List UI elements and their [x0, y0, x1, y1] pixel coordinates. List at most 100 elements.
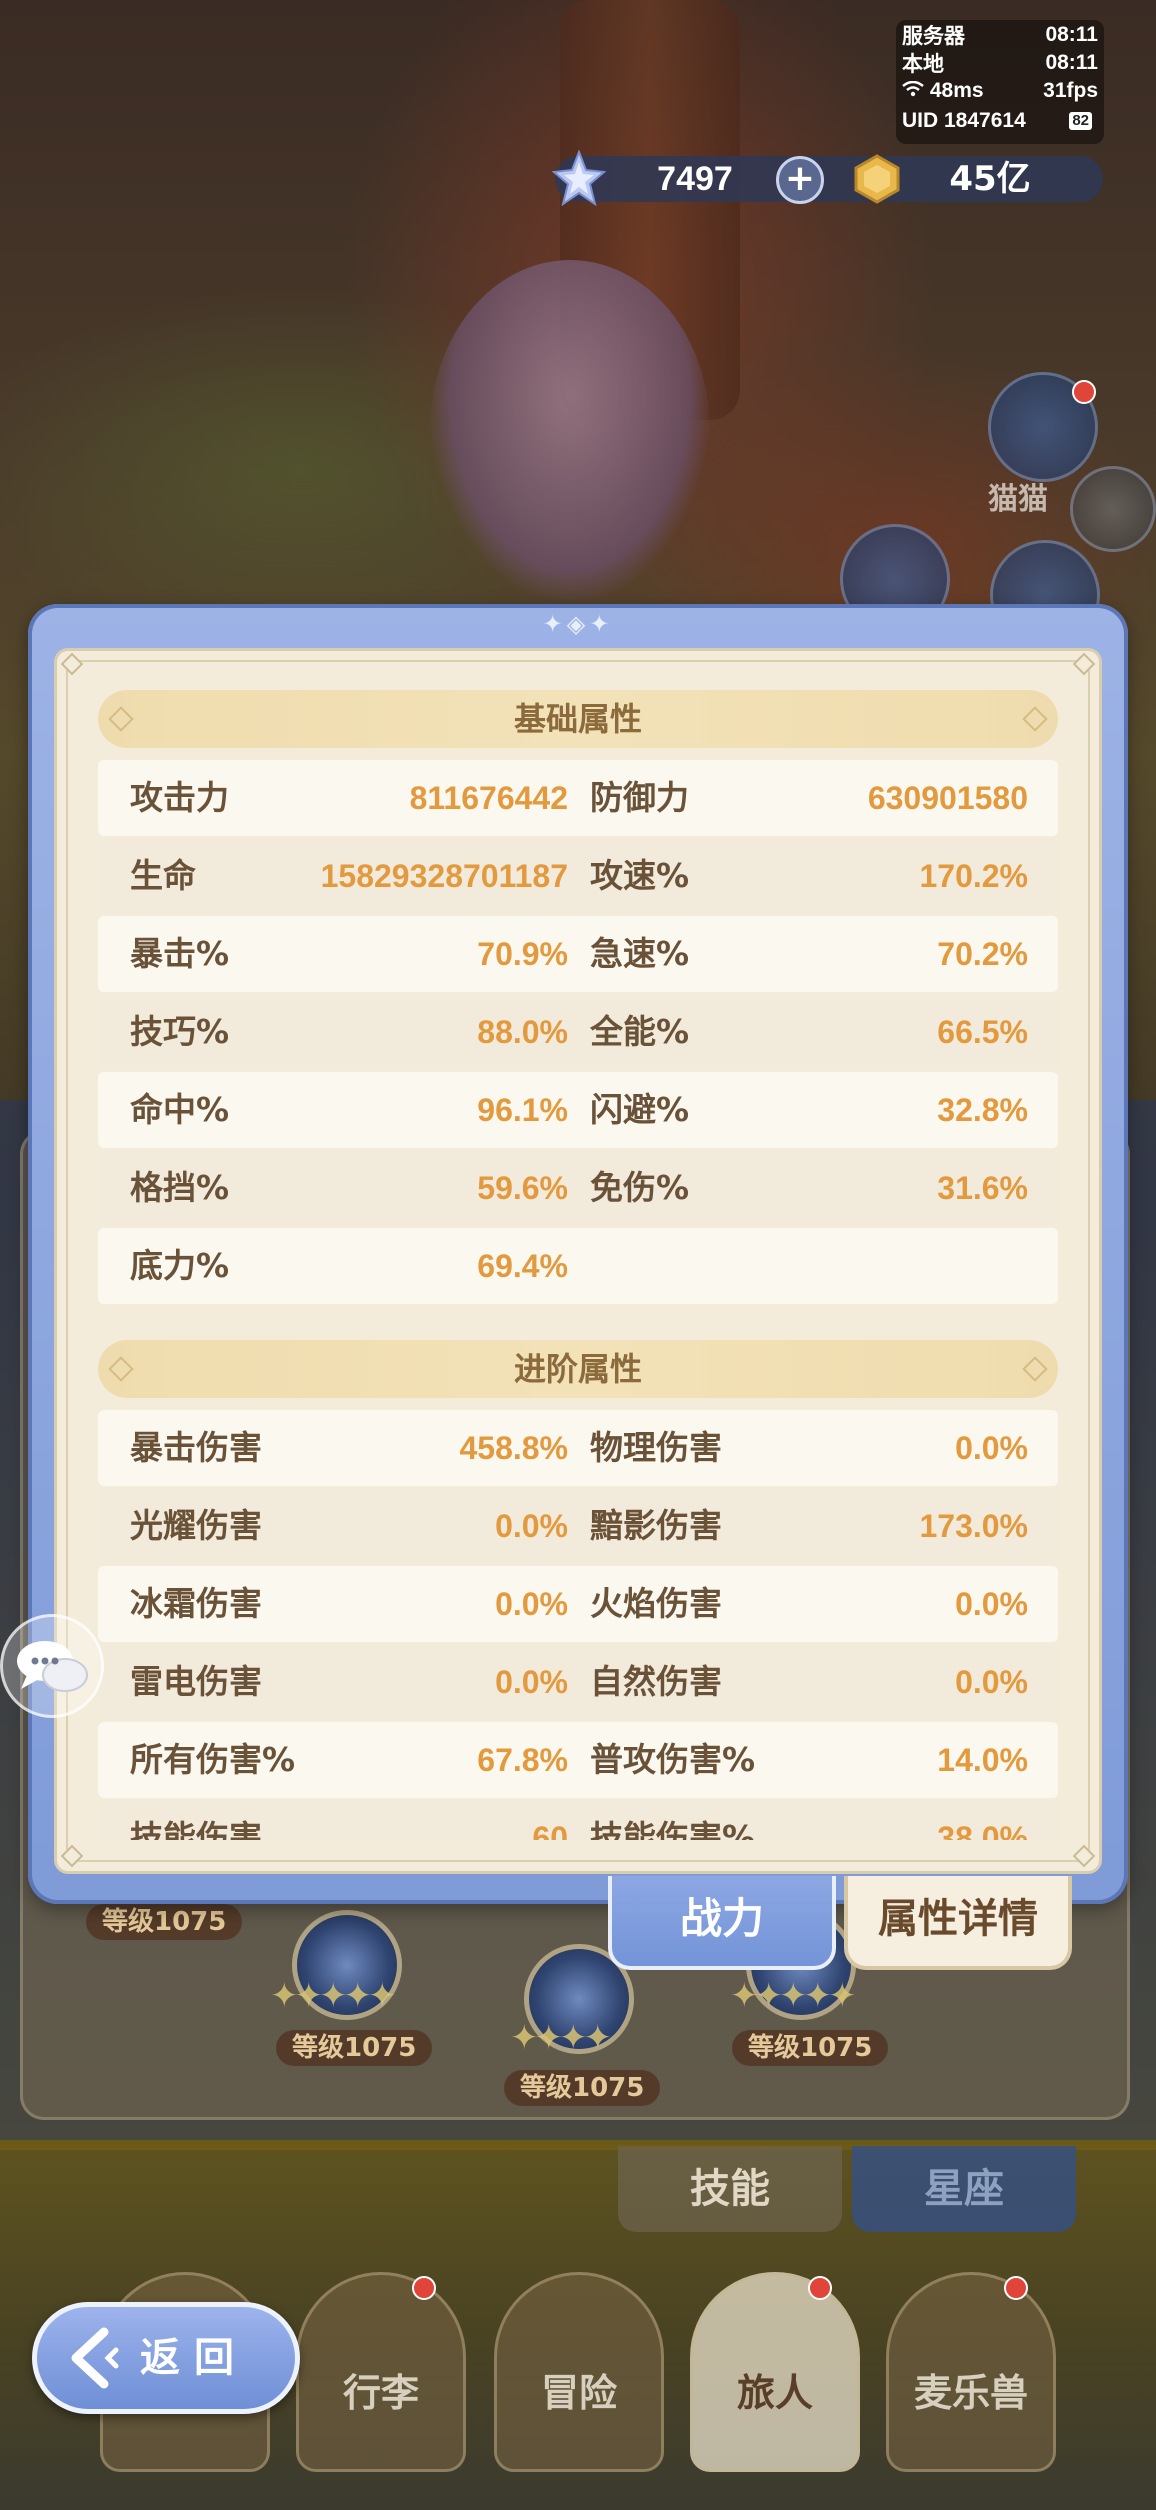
- fps-value: 31fps: [1043, 79, 1098, 102]
- stat-value: 15829328701187: [320, 858, 568, 894]
- gold-coin-icon: [852, 154, 902, 204]
- diamond-ornament: [1022, 1356, 1048, 1382]
- stat-label: 技巧%: [130, 1012, 230, 1051]
- notification-dot: [1004, 2276, 1028, 2300]
- stat-label: 普攻伤害%: [590, 1740, 756, 1779]
- stat-label: 技能伤害%: [590, 1818, 756, 1840]
- uid-text: UID 1847614: [902, 109, 1026, 132]
- star-currency-value: 7497: [657, 160, 733, 198]
- stat-row: 技巧% 88.0% 全能% 66.5%: [98, 994, 1058, 1070]
- stat-label: 全能%: [590, 1012, 690, 1051]
- stat-value: 67.8%: [477, 1742, 568, 1778]
- stat-value: 70.9%: [477, 936, 568, 972]
- wifi-icon: [902, 79, 930, 102]
- battery-icon: 82: [1069, 112, 1092, 130]
- stat-label: 攻速%: [590, 856, 690, 895]
- cat-menu-label: 猫猫: [988, 482, 1048, 517]
- stat-label: 攻击力: [130, 778, 229, 817]
- stat-row: 光耀伤害 0.0% 黯影伤害 173.0%: [98, 1488, 1058, 1564]
- stat-label: 底力%: [130, 1246, 230, 1285]
- stat-label: 技能伤害: [130, 1818, 262, 1840]
- attribute-scroll-list[interactable]: 基础属性 攻击力 811676442 防御力 630901580 生命 1582…: [98, 684, 1058, 1840]
- stat-value: 0.0%: [495, 1664, 568, 1700]
- stat-value: 173.0%: [919, 1508, 1028, 1544]
- stat-label: 命中%: [130, 1090, 230, 1129]
- back-arrow-icon: [64, 2326, 124, 2390]
- diamond-ornament: [108, 1356, 134, 1382]
- star-rating: ✦✦✦✦✦: [270, 1976, 396, 2016]
- tab-skill[interactable]: 技能: [618, 2146, 842, 2232]
- stat-value: 88.0%: [477, 1014, 568, 1050]
- stat-label: 暴击%: [130, 934, 230, 973]
- chat-bubble-icon: [17, 1641, 88, 1692]
- skill-level-badge: 等级1075: [276, 2030, 433, 2066]
- tab-power[interactable]: 战力: [608, 1876, 836, 1970]
- stat-label: 格挡%: [130, 1168, 230, 1207]
- stat-value: 630901580: [867, 780, 1028, 816]
- local-label: 本地: [902, 53, 944, 76]
- star-crystal-icon: [551, 149, 607, 207]
- stat-value: 69.4%: [477, 1248, 568, 1284]
- stat-value: 811676442: [409, 780, 568, 816]
- stat-value: 96.1%: [477, 1092, 568, 1128]
- stat-label: 防御力: [590, 778, 689, 817]
- section-header-basic: 基础属性: [98, 690, 1058, 748]
- character-model: [430, 260, 710, 600]
- stat-label: 火焰伤害: [590, 1584, 722, 1623]
- stat-value: 0.0%: [495, 1508, 568, 1544]
- stat-row: 格挡% 59.6% 免伤% 31.6%: [98, 1150, 1058, 1226]
- nav-label-traveler: 旅人: [736, 2371, 813, 2415]
- server-time: 08:11: [1045, 23, 1098, 46]
- tab-attribute-details[interactable]: 属性详情: [844, 1876, 1072, 1970]
- stat-value: 70.2%: [937, 936, 1028, 972]
- stat-value: 60: [532, 1820, 568, 1840]
- stat-label: 自然伤害: [590, 1662, 722, 1701]
- frame-ornament: ✦◈✦: [542, 610, 614, 638]
- section-title-basic: 基础属性: [513, 700, 642, 738]
- stat-value: 59.6%: [477, 1170, 568, 1206]
- stat-row: 生命 15829328701187 攻速% 170.2%: [98, 838, 1058, 914]
- add-currency-button[interactable]: +: [776, 156, 824, 204]
- skill-level-badge: 等级1075: [86, 1904, 243, 1940]
- star-rating: ✦✦✦✦: [510, 2018, 612, 2058]
- stat-row: 技能伤害 60 技能伤害% 38.0%: [98, 1800, 1058, 1840]
- stat-row: 冰霜伤害 0.0% 火焰伤害 0.0%: [98, 1566, 1058, 1642]
- stat-label: 光耀伤害: [130, 1506, 262, 1545]
- server-label: 服务器: [902, 25, 965, 48]
- stat-row: 暴击% 70.9% 急速% 70.2%: [98, 916, 1058, 992]
- back-label: 返回: [140, 2335, 248, 2381]
- local-time: 08:11: [1045, 51, 1098, 74]
- chat-button[interactable]: [0, 1614, 104, 1718]
- stat-value: 0.0%: [955, 1586, 1028, 1622]
- system-status-overlay: 服务器 08:11 本地 08:11 48ms 31fps UID 1847614 8…: [896, 20, 1104, 144]
- stat-value: 458.8%: [459, 1430, 568, 1466]
- stat-row: 暴击伤害 458.8% 物理伤害 0.0%: [98, 1410, 1058, 1486]
- stat-row: 底力% 69.4%: [98, 1228, 1058, 1304]
- stat-label: 免伤%: [590, 1168, 690, 1207]
- stat-label: 冰霜伤害: [130, 1584, 262, 1623]
- stat-row: 雷电伤害 0.0% 自然伤害 0.0%: [98, 1644, 1058, 1720]
- skill-level-badge: 等级1075: [504, 2070, 661, 2106]
- stat-value: 0.0%: [955, 1664, 1028, 1700]
- gold-currency-value: 45亿: [949, 159, 1031, 199]
- section-title-advanced: 进阶属性: [513, 1350, 642, 1388]
- star-rating: ✦✦✦✦✦: [730, 1976, 856, 2016]
- stat-label: 生命: [130, 856, 196, 895]
- tab-constellation[interactable]: 星座: [852, 2146, 1076, 2232]
- stat-label: 黯影伤害: [590, 1506, 722, 1545]
- ping-value: 48ms: [929, 79, 984, 102]
- stat-value: 170.2%: [919, 858, 1028, 894]
- stat-value: 66.5%: [937, 1014, 1028, 1050]
- diamond-ornament: [108, 706, 134, 732]
- section-header-advanced: 进阶属性: [98, 1340, 1058, 1398]
- stat-label: 暴击伤害: [130, 1428, 262, 1467]
- mascot-icon[interactable]: [1070, 466, 1156, 552]
- stat-value: 31.6%: [937, 1170, 1028, 1206]
- stat-row: 所有伤害% 67.8% 普攻伤害% 14.0%: [98, 1722, 1058, 1798]
- notification-dot: [808, 2276, 832, 2300]
- nav-label-bag: 行李: [342, 2371, 419, 2415]
- stat-label: 闪避%: [590, 1090, 690, 1129]
- stat-label: 物理伤害: [590, 1428, 722, 1467]
- notification-dot: [412, 2276, 436, 2300]
- stat-label: 雷电伤害: [130, 1662, 262, 1701]
